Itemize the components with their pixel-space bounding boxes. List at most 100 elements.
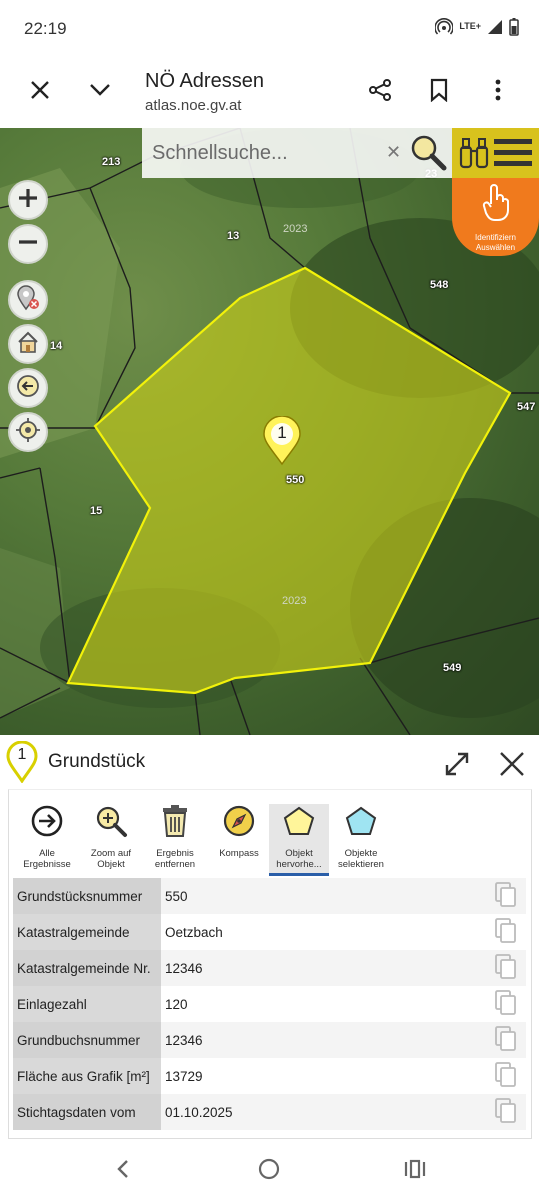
attribute-value: 01.10.2025 <box>161 1094 486 1130</box>
identify-label-line2: Auswählen <box>475 243 516 252</box>
browser-header: NÖ Adressen atlas.noe.gv.at <box>0 58 539 128</box>
parcel-label: 2023 <box>282 595 307 607</box>
close-sheet-button[interactable] <box>498 750 526 783</box>
parcel-label: 2023 <box>283 223 308 235</box>
action-label: Ergebnis entfernen <box>154 848 196 870</box>
badge-number: 1 <box>17 746 27 763</box>
copy-button[interactable] <box>486 986 526 1022</box>
remove-location-button[interactable] <box>8 280 48 320</box>
bookmark-icon <box>430 78 448 107</box>
home-button[interactable] <box>8 324 48 364</box>
clear-search-icon[interactable]: ✕ <box>386 142 401 163</box>
back-button[interactable] <box>8 368 48 408</box>
action-label: Zoom auf Objekt <box>90 848 132 870</box>
hotspot-icon <box>434 18 455 41</box>
copy-icon <box>495 1025 517 1055</box>
copy-icon <box>495 917 517 947</box>
parcel-label: 13 <box>227 230 240 242</box>
parcel-label: 213 <box>102 156 121 168</box>
attribute-key: Einlagezahl <box>13 986 161 1022</box>
status-time: 22:19 <box>24 19 67 38</box>
marker-number: 1 <box>277 423 287 442</box>
page-url: atlas.noe.gv.at <box>145 97 242 114</box>
parcel-label: 15 <box>90 505 103 517</box>
copy-button[interactable] <box>486 1094 526 1130</box>
copy-icon <box>495 989 517 1019</box>
copy-button[interactable] <box>486 950 526 986</box>
zoom-out-button[interactable] <box>8 224 48 264</box>
attribute-key: Grundstücksnummer <box>13 878 161 914</box>
close-button[interactable] <box>22 74 58 110</box>
identify-select-button[interactable]: Identifiziern Auswählen <box>452 178 539 256</box>
signal-icon <box>487 19 503 40</box>
search-icon[interactable] <box>408 132 448 177</box>
quick-search: ✕ <box>142 128 452 178</box>
sheet-header: 1 Grundstück <box>0 735 539 789</box>
close-icon <box>498 752 526 782</box>
pointer-hand-icon <box>482 184 510 227</box>
trash-icon <box>160 804 190 843</box>
copy-button[interactable] <box>486 914 526 950</box>
screen: 22:19 LTE+ NÖ Adressen atlas.noe.gv.at 2… <box>0 0 539 1200</box>
zoom-in-button[interactable] <box>8 180 48 220</box>
attribute-value: 550 <box>161 878 486 914</box>
zoom-to-object-button[interactable]: Zoom auf Objekt <box>81 804 141 876</box>
expand-button[interactable] <box>444 751 470 782</box>
arrow-left-circle-icon <box>16 374 40 403</box>
attribute-row: Katastralgemeinde Nr. 12346 <box>13 950 526 986</box>
location-remove-icon <box>16 284 40 316</box>
all-results-button[interactable]: Alle Ergebnisse <box>17 804 77 876</box>
attribute-key: Fläche aus Grafik [m²] <box>13 1058 161 1094</box>
map-view[interactable]: 213 13 2023 548 14 547 550 15 2023 549 2… <box>0 128 539 735</box>
attribute-value: 12346 <box>161 950 486 986</box>
network-type: LTE+ <box>459 20 481 31</box>
compass-icon <box>222 804 256 843</box>
attribute-row: Grundstücksnummer 550 <box>13 878 526 914</box>
copy-button[interactable] <box>486 1058 526 1094</box>
home-icon <box>16 330 40 359</box>
search-input[interactable] <box>152 136 382 170</box>
parcel-label: 14 <box>50 340 63 352</box>
identify-label-line1: Identifiziern <box>475 233 516 242</box>
select-objects-button[interactable]: Objekte selektieren <box>331 804 391 876</box>
parcel-label: 549 <box>443 662 462 674</box>
map-toolbar <box>452 128 539 178</box>
action-label: Alle Ergebnisse <box>23 848 71 870</box>
parcel-label: 550 <box>286 474 305 486</box>
locate-me-button[interactable] <box>8 412 48 452</box>
compass-button[interactable]: Kompass <box>209 804 269 876</box>
nav-home-button[interactable] <box>254 1156 284 1186</box>
attribute-key: Katastralgemeinde Nr. <box>13 950 161 986</box>
zoom-in-icon <box>94 804 128 843</box>
binoculars-icon[interactable] <box>459 137 489 174</box>
chevron-down-icon <box>89 83 111 102</box>
sheet-title: Grundstück <box>48 751 146 772</box>
result-marker[interactable]: 1 <box>262 415 302 471</box>
attribute-value: 12346 <box>161 1022 486 1058</box>
page-title: NÖ Adressen <box>145 70 264 92</box>
status-bar: 22:19 LTE+ <box>0 0 539 58</box>
attribute-value: 13729 <box>161 1058 486 1094</box>
attribute-row: Katastralgemeinde Oetzbach <box>13 914 526 950</box>
nav-back-icon <box>116 1159 130 1184</box>
nav-back-button[interactable] <box>108 1156 138 1186</box>
remove-result-button[interactable]: Ergebnis entfernen <box>145 804 205 876</box>
nav-recents-button[interactable] <box>400 1156 430 1186</box>
copy-icon <box>495 881 517 911</box>
highlight-object-button[interactable]: Objekt hervorhe... <box>269 804 329 876</box>
copy-icon <box>495 1061 517 1091</box>
share-button[interactable] <box>362 74 398 110</box>
attribute-row: Fläche aus Grafik [m²] 13729 <box>13 1058 526 1094</box>
attribute-row: Grundbuchsnummer 12346 <box>13 1022 526 1058</box>
close-icon <box>30 80 50 105</box>
result-marker-badge: 1 <box>6 740 38 788</box>
menu-icon[interactable] <box>494 137 532 174</box>
more-options-button[interactable] <box>480 74 516 110</box>
copy-button[interactable] <box>486 878 526 914</box>
attribute-value: Oetzbach <box>161 914 486 950</box>
collapse-button[interactable] <box>82 74 118 110</box>
highlight-pentagon-icon <box>282 804 316 843</box>
bookmark-button[interactable] <box>421 74 457 110</box>
action-label: Kompass <box>219 848 259 859</box>
copy-button[interactable] <box>486 1022 526 1058</box>
